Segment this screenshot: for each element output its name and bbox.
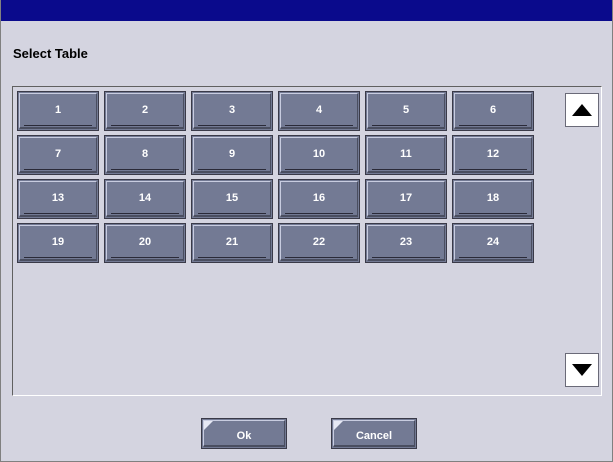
table-button-12[interactable]: 12 [452, 135, 534, 175]
triangle-down-icon [572, 364, 592, 376]
table-button-1[interactable]: 1 [17, 91, 99, 131]
table-button-9[interactable]: 9 [191, 135, 273, 175]
button-underline [285, 257, 353, 258]
table-button-label: 6 [489, 104, 497, 116]
table-button-20[interactable]: 20 [104, 223, 186, 263]
table-button-13[interactable]: 13 [17, 179, 99, 219]
table-button-2[interactable]: 2 [104, 91, 186, 131]
button-underline [111, 169, 179, 170]
table-button-4[interactable]: 4 [278, 91, 360, 131]
button-underline [24, 169, 92, 170]
table-button-16[interactable]: 16 [278, 179, 360, 219]
button-underline [372, 169, 440, 170]
scroll-down-button[interactable] [565, 353, 599, 387]
table-button-22[interactable]: 22 [278, 223, 360, 263]
table-button-label: 21 [225, 236, 239, 248]
button-underline [198, 213, 266, 214]
button-underline [24, 257, 92, 258]
table-button-label: 2 [141, 104, 149, 116]
table-button-label: 22 [312, 236, 326, 248]
button-underline [285, 213, 353, 214]
table-button-label: 17 [399, 192, 413, 204]
table-button-7[interactable]: 7 [17, 135, 99, 175]
table-button-label: 11 [400, 148, 412, 160]
button-underline [459, 257, 527, 258]
table-button-label: 14 [138, 192, 152, 204]
ok-button[interactable]: Ok [201, 418, 287, 449]
table-button-label: 19 [51, 236, 65, 248]
table-button-label: 3 [228, 104, 236, 116]
dialog-title: Select Table [13, 46, 88, 61]
table-button-21[interactable]: 21 [191, 223, 273, 263]
table-button-label: 23 [399, 236, 413, 248]
table-list-panel: 1 2 3 4 5 6 7 8 9 10 11 12 13 14 15 16 17 18 19 20 21 22 23 24 [12, 86, 602, 396]
button-underline [459, 213, 527, 214]
button-underline [24, 213, 92, 214]
button-underline [198, 169, 266, 170]
table-button-14[interactable]: 14 [104, 179, 186, 219]
table-button-11[interactable]: 11 [365, 135, 447, 175]
table-button-5[interactable]: 5 [365, 91, 447, 131]
table-button-label: 15 [225, 192, 239, 204]
table-button-label: 7 [54, 148, 62, 160]
table-button-8[interactable]: 8 [104, 135, 186, 175]
table-button-label: 8 [141, 148, 149, 160]
table-button-label: 10 [312, 148, 326, 160]
table-button-label: 24 [486, 236, 500, 248]
button-underline [459, 169, 527, 170]
button-underline [372, 257, 440, 258]
table-button-label: 20 [138, 236, 152, 248]
button-underline [111, 257, 179, 258]
button-underline [285, 125, 353, 126]
table-button-label: 12 [486, 148, 500, 160]
table-button-label: 9 [228, 148, 236, 160]
button-underline [459, 125, 527, 126]
select-table-window: Select Table 1 2 3 4 5 6 7 8 9 10 11 12 13 14 15 16 17 18… [0, 0, 613, 462]
button-corner-mark [334, 421, 343, 430]
button-underline [285, 169, 353, 170]
triangle-up-icon [572, 104, 592, 116]
table-button-24[interactable]: 24 [452, 223, 534, 263]
table-button-label: 18 [486, 192, 500, 204]
table-button-label: 1 [54, 104, 62, 116]
scroll-up-button[interactable] [565, 93, 599, 127]
table-button-10[interactable]: 10 [278, 135, 360, 175]
button-underline [111, 213, 179, 214]
table-button-6[interactable]: 6 [452, 91, 534, 131]
table-button-15[interactable]: 15 [191, 179, 273, 219]
cancel-button[interactable]: Cancel [331, 418, 417, 449]
button-underline [198, 257, 266, 258]
button-underline [372, 125, 440, 126]
table-button-label: 4 [315, 104, 323, 116]
table-button-label: 16 [312, 192, 326, 204]
table-button-19[interactable]: 19 [17, 223, 99, 263]
button-underline [111, 125, 179, 126]
table-button-3[interactable]: 3 [191, 91, 273, 131]
button-underline [372, 213, 440, 214]
table-button-label: 13 [51, 192, 65, 204]
table-button-17[interactable]: 17 [365, 179, 447, 219]
title-bar[interactable] [1, 0, 612, 21]
table-button-18[interactable]: 18 [452, 179, 534, 219]
table-button-label: 5 [402, 104, 410, 116]
button-underline [198, 125, 266, 126]
ok-button-label: Ok [236, 429, 252, 442]
cancel-button-label: Cancel [355, 429, 393, 442]
button-underline [24, 125, 92, 126]
button-corner-mark [204, 421, 213, 430]
table-button-23[interactable]: 23 [365, 223, 447, 263]
